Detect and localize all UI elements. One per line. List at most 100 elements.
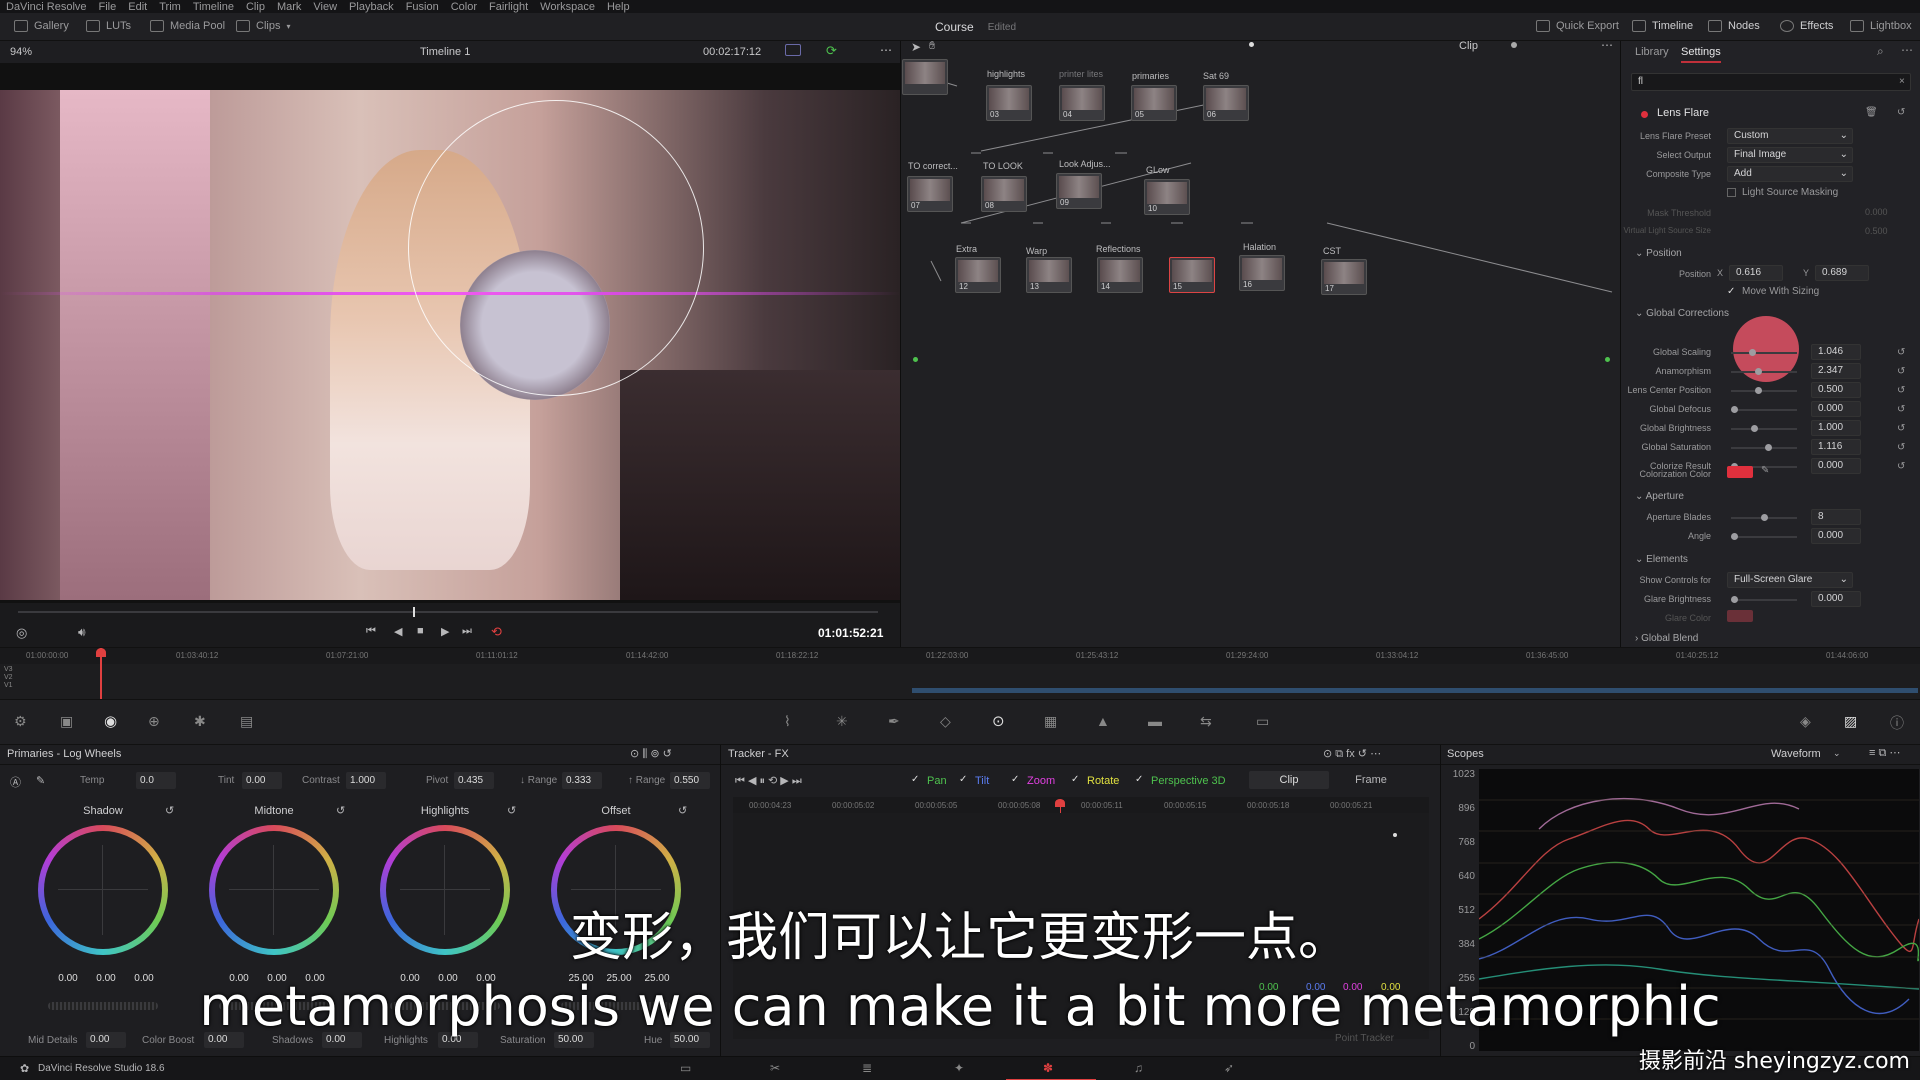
menu-color[interactable]: Color <box>451 1 477 13</box>
effect-search-input[interactable]: fl <box>1631 73 1911 91</box>
node-05[interactable]: 05 <box>1131 85 1177 121</box>
scope-mode-select[interactable]: Waveform <box>1771 748 1821 760</box>
hdr-wheels-icon[interactable]: ⊕ <box>148 713 160 730</box>
color-match-icon[interactable]: ▣ <box>60 713 73 730</box>
lightbox-button[interactable]: Lightbox <box>1850 20 1912 32</box>
primaries-param-field[interactable]: 0.0 <box>136 772 176 789</box>
output-port[interactable] <box>1605 357 1610 362</box>
node-03[interactable]: 03 <box>986 85 1032 121</box>
reset-icon[interactable]: ↺ <box>1897 107 1905 118</box>
scopes-icon[interactable]: ▨ <box>1844 713 1857 730</box>
node-10[interactable]: 10 <box>1144 179 1190 215</box>
video-frame[interactable] <box>0 90 900 600</box>
effect-enabled-dot[interactable] <box>1641 111 1648 118</box>
effects-button[interactable]: Effects <box>1780 20 1833 32</box>
aperture-blades-field[interactable]: 8 <box>1811 509 1861 525</box>
show-controls-dropdown[interactable]: Full-Screen Glare ⌄ <box>1727 572 1853 588</box>
slider-knob[interactable] <box>1755 387 1762 394</box>
checkmark-icon[interactable]: ✓ <box>1011 774 1019 785</box>
checkmark-icon[interactable]: ✓ <box>1071 774 1079 785</box>
slider-knob[interactable] <box>1749 349 1756 356</box>
reset-icon[interactable]: ↺ <box>678 804 687 817</box>
play-icon[interactable]: ▶ <box>441 625 449 638</box>
reset-icon[interactable]: ↺ <box>507 804 516 817</box>
output-dropdown[interactable]: Final Image ⌄ <box>1727 147 1853 163</box>
global-row-slider[interactable] <box>1731 444 1797 451</box>
tab-settings[interactable]: Settings <box>1681 46 1721 63</box>
info-icon[interactable]: ⓘ <box>1890 713 1904 733</box>
more-options-icon[interactable]: ⋯ <box>880 43 892 57</box>
primaries-param-field[interactable]: 0.435 <box>454 772 494 789</box>
primaries-mode-icons[interactable]: ⊙ ⫼ ⊚ ↺ <box>630 747 672 761</box>
light-source-checkbox[interactable] <box>1727 188 1736 197</box>
clear-search-icon[interactable]: × <box>1899 76 1905 87</box>
node-12[interactable]: 12 <box>955 257 1001 293</box>
curves-icon[interactable]: ⌇ <box>784 713 791 730</box>
lightbox-icon[interactable]: ◈ <box>1800 713 1811 730</box>
luts-button[interactable]: LUTs <box>86 20 131 32</box>
global-row-slider[interactable] <box>1731 368 1797 375</box>
window-icon[interactable]: ◇ <box>940 713 951 730</box>
rgb-mixer-icon[interactable]: ✱ <box>194 713 206 730</box>
menu-fairlight[interactable]: Fairlight <box>489 1 528 13</box>
node-04[interactable]: 04 <box>1059 85 1105 121</box>
tracker-playhead-handle[interactable] <box>1055 799 1065 807</box>
glare-brightness-slider[interactable] <box>1731 596 1797 603</box>
flare-position-overlay[interactable] <box>408 100 704 396</box>
node-07[interactable]: 07 <box>907 176 953 212</box>
glare-color-swatch[interactable] <box>1727 610 1753 622</box>
slider-knob[interactable] <box>1755 368 1762 375</box>
picker-icon[interactable]: ✎ <box>36 774 45 787</box>
motion-effects-icon[interactable]: ▤ <box>240 713 253 730</box>
primaries-param-field[interactable]: 0.550 <box>670 772 710 789</box>
timeline-select[interactable]: Timeline 1 <box>420 46 470 58</box>
clips-button[interactable]: Clips ▾ <box>236 20 290 32</box>
blur-icon[interactable]: ▲ <box>1096 713 1110 729</box>
tab-library[interactable]: Library <box>1635 46 1669 58</box>
magic-mask-icon[interactable]: ▦ <box>1044 713 1057 730</box>
stop-icon[interactable]: ■ <box>417 625 424 637</box>
slider-knob[interactable] <box>1731 406 1738 413</box>
go-to-end-icon[interactable]: ⏭ <box>462 625 472 638</box>
global-row-slider[interactable] <box>1731 425 1797 432</box>
menu-clip[interactable]: Clip <box>246 1 265 13</box>
menu-mark[interactable]: Mark <box>277 1 301 13</box>
composite-dropdown[interactable]: Add ⌄ <box>1727 166 1853 182</box>
menu-playback[interactable]: Playback <box>349 1 394 13</box>
global-corrections-section[interactable]: ⌄ Global Corrections <box>1635 308 1729 319</box>
slider-knob[interactable] <box>1750 425 1758 432</box>
global-row-field[interactable]: 1.046 <box>1811 344 1861 360</box>
timeline-clips-strip[interactable] <box>912 688 1918 693</box>
scrub-bar[interactable] <box>18 611 878 613</box>
menu-timeline[interactable]: Timeline <box>193 1 234 13</box>
node-editor[interactable]: ➤ ✋︎ Clip ⋯ highlights 03 printer lites … <box>900 38 1620 647</box>
position-x-field[interactable]: 0.616 <box>1729 265 1783 281</box>
position-section[interactable]: ⌄ Position <box>1635 248 1682 259</box>
input-port[interactable] <box>913 357 918 362</box>
auto-balance-icon[interactable]: Ⓐ <box>10 774 21 790</box>
gallery-button[interactable]: Gallery <box>14 20 69 32</box>
glare-brightness-field[interactable]: 0.000 <box>1811 591 1861 607</box>
aperture-blades-slider[interactable] <box>1731 514 1797 521</box>
primaries-param-field[interactable]: 1.000 <box>346 772 386 789</box>
tracker-tools-icons[interactable]: ⊙ ⧉ fx ↺ ⋯ <box>1323 747 1381 761</box>
loop-icon[interactable]: ⟲ <box>491 624 502 640</box>
tracker-point[interactable] <box>1393 833 1397 837</box>
checkmark-icon[interactable]: ✓ <box>959 774 967 785</box>
node-08[interactable]: 08 <box>981 176 1027 212</box>
node-17[interactable]: 17 <box>1321 259 1367 295</box>
angle-field[interactable]: 0.000 <box>1811 528 1861 544</box>
quick-export-button[interactable]: Quick Export <box>1536 20 1619 32</box>
global-blend-section[interactable]: › Global Blend <box>1635 633 1698 644</box>
more-options-icon[interactable]: ⋯ <box>1901 43 1913 57</box>
menu-view[interactable]: View <box>313 1 337 13</box>
global-row-slider[interactable] <box>1731 406 1797 413</box>
node-06[interactable]: 06 <box>1203 85 1249 121</box>
reset-icon[interactable]: ↺ <box>1897 461 1905 472</box>
reset-icon[interactable]: ↺ <box>1897 385 1905 396</box>
frame-toggle[interactable]: Frame <box>1331 771 1411 789</box>
reset-icon[interactable]: ↺ <box>165 804 174 817</box>
global-row-field[interactable]: 0.500 <box>1811 382 1861 398</box>
page-deliver-icon[interactable]: ➶ <box>1224 1061 1234 1075</box>
media-pool-button[interactable]: Media Pool <box>150 20 225 32</box>
